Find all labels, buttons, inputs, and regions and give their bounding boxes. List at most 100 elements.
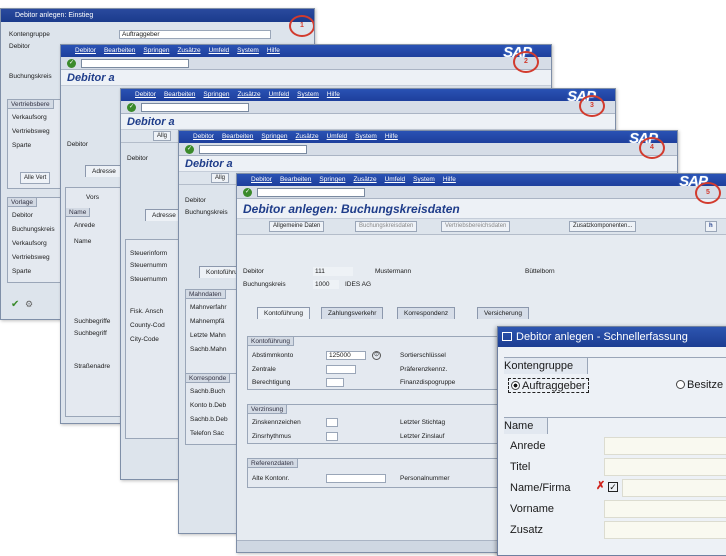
- menu-springen[interactable]: Springen: [203, 91, 229, 98]
- command-toolbar: ✓: [237, 186, 726, 199]
- sachb-b-deb-label: Sachb.b.Deb: [190, 416, 228, 423]
- window-icon: [502, 332, 512, 341]
- enter-icon[interactable]: ✓: [243, 188, 252, 197]
- dialog-title-bar: Debitor anlegen - Schnellerfassung: [498, 327, 726, 347]
- menu-springen[interactable]: Springen: [143, 47, 169, 54]
- radio-besitzer[interactable]: Besitze: [676, 378, 723, 393]
- berechtigung-label: Berechtigung: [252, 379, 291, 386]
- allgemeine-daten-button[interactable]: Allg: [153, 131, 172, 141]
- kontengruppe-section: Kontengruppe Auftraggeber Besitze: [504, 357, 726, 401]
- steuerinfo-header: Steuerinform: [130, 250, 168, 257]
- name-group-header: Name: [66, 208, 91, 217]
- vorname-label: Vorname: [510, 503, 555, 515]
- vertriebsbereichsdaten-button[interactable]: Vertriebsbereichsdaten: [441, 221, 511, 232]
- menu-system[interactable]: System: [297, 91, 319, 98]
- kontengruppe-header: Kontengruppe: [504, 358, 589, 374]
- menu-debitor[interactable]: Debitor: [193, 133, 214, 140]
- alte-kontonr-field[interactable]: [326, 474, 386, 483]
- menu-umfeld[interactable]: Umfeld: [209, 47, 230, 54]
- command-field[interactable]: [199, 145, 307, 154]
- zentrale-label: Zentrale: [252, 366, 276, 373]
- berechtigung-field[interactable]: [326, 378, 344, 387]
- menu-bearbeiten[interactable]: Bearbeiten: [164, 91, 195, 98]
- buchungskreisdaten-button: Buchungskreisdaten: [355, 221, 418, 232]
- search-help-icon[interactable]: ⊙: [372, 351, 381, 360]
- anrede-field[interactable]: [604, 437, 726, 455]
- abstimmkonto-field[interactable]: 125000: [326, 351, 366, 360]
- vorname-field[interactable]: [604, 500, 726, 518]
- tab-zahlungsverkehr[interactable]: Zahlungsverkehr: [321, 307, 384, 319]
- bukrs-value: 1000: [313, 280, 339, 289]
- menu-system[interactable]: System: [355, 133, 377, 140]
- suchbegriff-label: Suchbegriff: [74, 330, 107, 337]
- kontengruppe-field[interactable]: Auftraggeber: [119, 30, 271, 39]
- step-marker-2: 2: [513, 51, 539, 73]
- tab-kontofuehrung[interactable]: Kontoführung: [257, 307, 311, 319]
- menu-zusaetze[interactable]: Zusätze: [295, 133, 318, 140]
- menu-springen[interactable]: Springen: [261, 133, 287, 140]
- buchungskreis-label: Buchungskreis: [9, 73, 52, 80]
- verkaufsorg-label: Verkaufsorg: [12, 114, 47, 121]
- command-field[interactable]: [257, 188, 365, 197]
- enter-icon[interactable]: ✓: [185, 145, 194, 154]
- tab-adresse[interactable]: Adresse: [85, 165, 123, 177]
- menu-zusaetze[interactable]: Zusätze: [177, 47, 200, 54]
- menu-umfeld[interactable]: Umfeld: [269, 91, 290, 98]
- menu-bar: Debitor Bearbeiten Springen Zusätze Umfeld Sy…: [237, 174, 726, 186]
- check-icon[interactable]: ✔: [11, 299, 19, 310]
- menu-hilfe[interactable]: Hilfe: [443, 176, 456, 183]
- zinskennzeichen-field[interactable]: [326, 418, 338, 427]
- menu-springen[interactable]: Springen: [319, 176, 345, 183]
- titel-field[interactable]: [604, 458, 726, 476]
- zinsrhythmus-field[interactable]: [326, 432, 338, 441]
- window-title: Debitor anlegen: Einstieg: [15, 12, 94, 19]
- menu-debitor[interactable]: Debitor: [135, 91, 156, 98]
- mahndaten-group: Mahndaten Mahnverfahr Mahnempfä Letzte M…: [185, 289, 243, 375]
- allgemeine-daten-button[interactable]: Allgemeine Daten: [269, 221, 325, 232]
- menu-bearbeiten[interactable]: Bearbeiten: [104, 47, 135, 54]
- menu-debitor[interactable]: Debitor: [251, 176, 272, 183]
- menu-hilfe[interactable]: Hilfe: [385, 133, 398, 140]
- menu-umfeld[interactable]: Umfeld: [385, 176, 406, 183]
- menu-bearbeiten[interactable]: Bearbeiten: [280, 176, 311, 183]
- zentrale-field[interactable]: [326, 365, 356, 374]
- name-firma-field[interactable]: [622, 479, 726, 497]
- menu-hilfe[interactable]: Hilfe: [327, 91, 340, 98]
- mahnempfaenger-label: Mahnempfä: [190, 318, 225, 325]
- menu-bearbeiten[interactable]: Bearbeiten: [222, 133, 253, 140]
- radio-auftraggeber-label: Auftraggeber: [522, 380, 586, 392]
- menu-hilfe[interactable]: Hilfe: [267, 47, 280, 54]
- debitor-label: Debitor: [185, 197, 206, 204]
- steuernummer1-label: Steuernumm: [130, 262, 168, 269]
- enter-icon[interactable]: ✓: [67, 59, 76, 68]
- group-header: Mahndaten: [186, 290, 226, 299]
- vorlage-vkorg-label: Verkaufsorg: [12, 240, 47, 247]
- alle-vert-button[interactable]: Alle Vert: [20, 172, 51, 184]
- tab-versicherung[interactable]: Versicherung: [477, 307, 529, 319]
- menu-system[interactable]: System: [413, 176, 435, 183]
- help-button[interactable]: h: [705, 221, 717, 232]
- vorschau-button[interactable]: Vors: [86, 194, 99, 201]
- menu-zusaetze[interactable]: Zusätze: [237, 91, 260, 98]
- radio-auftraggeber[interactable]: Auftraggeber: [508, 378, 589, 393]
- menu-system[interactable]: System: [237, 47, 259, 54]
- anrede-label: Anrede: [74, 222, 95, 229]
- step-marker-5: 5: [695, 182, 721, 204]
- command-field[interactable]: [81, 59, 189, 68]
- command-field[interactable]: [141, 103, 249, 112]
- org-icon[interactable]: ⚙: [25, 299, 33, 310]
- allgemeine-daten-button[interactable]: Allg: [211, 173, 230, 183]
- zusatz-field[interactable]: [604, 521, 726, 539]
- tab-korrespondenz[interactable]: Korrespondenz: [397, 307, 456, 319]
- zusatzkomponenten-button[interactable]: Zusatzkomponenten...: [569, 221, 637, 232]
- vertriebsweg-label: Vertriebsweg: [12, 128, 50, 135]
- letzte-mahnung-label: Letzte Mahn: [190, 332, 226, 339]
- command-toolbar: ✓: [61, 57, 551, 70]
- vertriebsbereich-group: Vertriebsbere Verkaufsorg Vertriebsweg S…: [7, 99, 63, 189]
- command-toolbar: ✓: [179, 143, 677, 156]
- menu-zusaetze[interactable]: Zusätze: [353, 176, 376, 183]
- menu-umfeld[interactable]: Umfeld: [327, 133, 348, 140]
- enter-icon[interactable]: ✓: [127, 103, 136, 112]
- menu-debitor[interactable]: Debitor: [75, 47, 96, 54]
- sortierschluessel-label: Sortierschlüssel: [400, 352, 446, 359]
